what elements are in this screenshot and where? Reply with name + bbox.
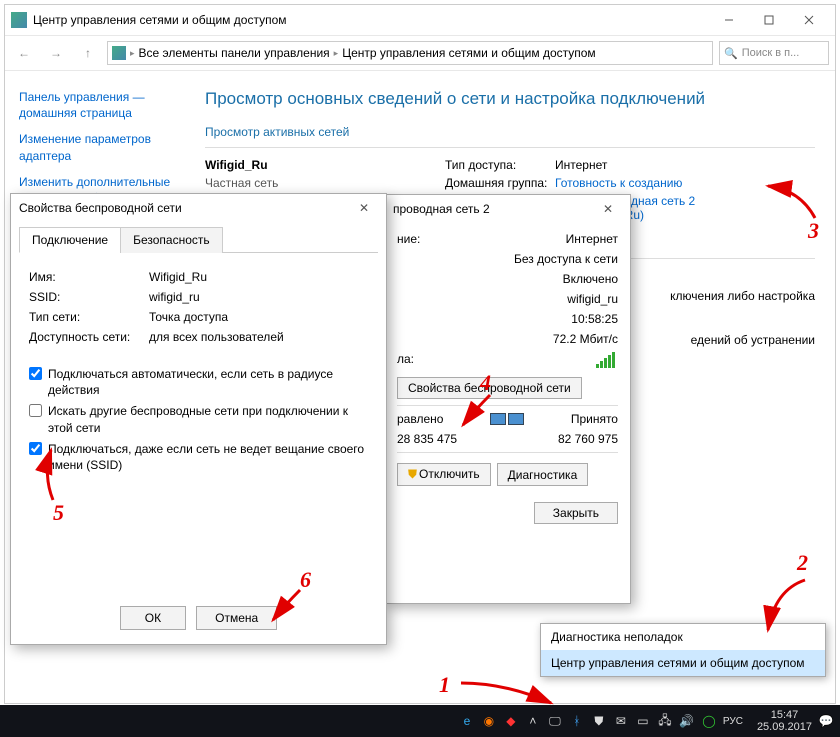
tray-clock[interactable]: 15:4725.09.2017 bbox=[757, 709, 812, 733]
tray-skype-icon[interactable]: ◯ bbox=[701, 713, 717, 729]
received-value: 82 760 975 bbox=[558, 432, 618, 446]
received-label: Принято bbox=[571, 412, 618, 426]
close-icon[interactable]: ✕ bbox=[350, 201, 378, 215]
wifi-signal-icon bbox=[596, 352, 618, 368]
active-networks-label: Просмотр активных сетей bbox=[205, 125, 815, 139]
titlebar: Центр управления сетями и общим доступом bbox=[5, 5, 835, 35]
back-button[interactable]: ← bbox=[11, 40, 37, 66]
tray-monitor-icon[interactable]: 🖵 bbox=[547, 713, 563, 729]
network-name: Wifigid_Ru bbox=[205, 158, 268, 172]
sidebar-adapter-link[interactable]: Изменение параметров адаптера bbox=[19, 131, 181, 163]
forward-button[interactable]: → bbox=[43, 40, 69, 66]
tray-app-icon[interactable]: ◆ bbox=[503, 713, 519, 729]
dialog-titlebar: Свойства беспроводной сети ✕ bbox=[11, 194, 386, 222]
annotation-arrow bbox=[455, 390, 495, 430]
tray-volume-icon[interactable]: 🔊 bbox=[679, 713, 695, 729]
annotation-number: 3 bbox=[808, 218, 819, 244]
annotation-arrow bbox=[33, 445, 63, 505]
wifi-properties-dialog: Свойства беспроводной сети ✕ Подключение… bbox=[10, 193, 387, 645]
breadcrumb-item[interactable]: Все элементы панели управления bbox=[139, 46, 330, 60]
search-other-checkbox[interactable]: Искать другие беспроводные сети при подк… bbox=[29, 403, 368, 435]
shield-icon: ⛊ bbox=[408, 467, 417, 481]
wifi-status-dialog: проводная сеть 2 ✕ ние:Интернет Без дост… bbox=[384, 194, 631, 604]
tray-lang[interactable]: РУС bbox=[723, 713, 743, 729]
access-type-label: Тип доступа: bbox=[445, 158, 555, 172]
window-title: Центр управления сетями и общим доступом bbox=[33, 13, 709, 27]
access-type-value: Интернет bbox=[555, 158, 735, 172]
network-type: Частная сеть bbox=[205, 176, 385, 190]
sent-value: 28 835 475 bbox=[397, 432, 457, 446]
sent-label: равлено bbox=[397, 412, 443, 426]
breadcrumb-item[interactable]: Центр управления сетями и общим доступом bbox=[342, 46, 596, 60]
taskbar: e ◉ ◆ ˄ 🖵 ᚼ ⛊ ✉ ▭ 🖧 🔊 ◯ РУС 15:4725.09.2… bbox=[0, 705, 840, 737]
maximize-button[interactable] bbox=[749, 8, 789, 32]
ok-button[interactable]: ОК bbox=[120, 606, 186, 630]
tray-edge-icon[interactable]: e bbox=[459, 713, 475, 729]
tray-network-icon[interactable]: 🖧 bbox=[657, 713, 673, 729]
tray-shield-icon[interactable]: ⛊ bbox=[591, 713, 607, 729]
toolbar: ← → ↑ ▸ Все элементы панели управления ▸… bbox=[5, 35, 835, 71]
page-heading: Просмотр основных сведений о сети и наст… bbox=[205, 89, 815, 109]
up-button[interactable]: ↑ bbox=[75, 40, 101, 66]
disable-button[interactable]: ⛊Отключить bbox=[397, 463, 491, 486]
annotation-arrow bbox=[760, 575, 810, 635]
minimize-button[interactable] bbox=[709, 8, 749, 32]
tab-connection[interactable]: Подключение bbox=[19, 227, 121, 253]
search-input[interactable]: 🔍 Поиск в п... bbox=[719, 41, 829, 65]
homegroup-link[interactable]: Готовность к созданию bbox=[555, 176, 735, 190]
tray-firefox-icon[interactable]: ◉ bbox=[481, 713, 497, 729]
tray-notifications-icon[interactable]: 💬 bbox=[818, 713, 834, 729]
tab-security[interactable]: Безопасность bbox=[120, 227, 223, 253]
breadcrumb[interactable]: ▸ Все элементы панели управления ▸ Центр… bbox=[107, 41, 713, 65]
tray-battery-icon[interactable]: ▭ bbox=[635, 713, 651, 729]
app-icon bbox=[11, 12, 27, 28]
annotation-number: 1 bbox=[439, 672, 450, 698]
diagnostics-button[interactable]: Диагностика bbox=[497, 463, 589, 486]
sidebar-home-link[interactable]: Панель управления — домашняя страница bbox=[19, 89, 181, 121]
dialog-titlebar: проводная сеть 2 ✕ bbox=[385, 195, 630, 223]
close-button[interactable]: Закрыть bbox=[534, 502, 618, 524]
close-icon[interactable]: ✕ bbox=[594, 202, 622, 216]
annotation-arrow bbox=[456, 678, 556, 708]
close-button[interactable] bbox=[789, 8, 829, 32]
search-icon: 🔍 bbox=[724, 47, 738, 60]
breadcrumb-icon bbox=[112, 46, 126, 60]
hidden-ssid-checkbox[interactable]: Подключаться, даже если сеть не ведет ве… bbox=[29, 441, 368, 473]
tray-mail-icon[interactable]: ✉ bbox=[613, 713, 629, 729]
annotation-number: 2 bbox=[797, 550, 808, 576]
tray-chevron-icon[interactable]: ˄ bbox=[525, 713, 541, 729]
auto-connect-checkbox[interactable]: Подключаться автоматически, если сеть в … bbox=[29, 366, 368, 398]
activity-icon bbox=[490, 413, 524, 425]
menu-item-network-center[interactable]: Центр управления сетями и общим доступом bbox=[541, 650, 825, 676]
tray-bluetooth-icon[interactable]: ᚼ bbox=[569, 713, 585, 729]
annotation-arrow bbox=[265, 585, 305, 625]
homegroup-label: Домашняя группа: bbox=[445, 176, 555, 190]
annotation-arrow bbox=[760, 180, 820, 220]
